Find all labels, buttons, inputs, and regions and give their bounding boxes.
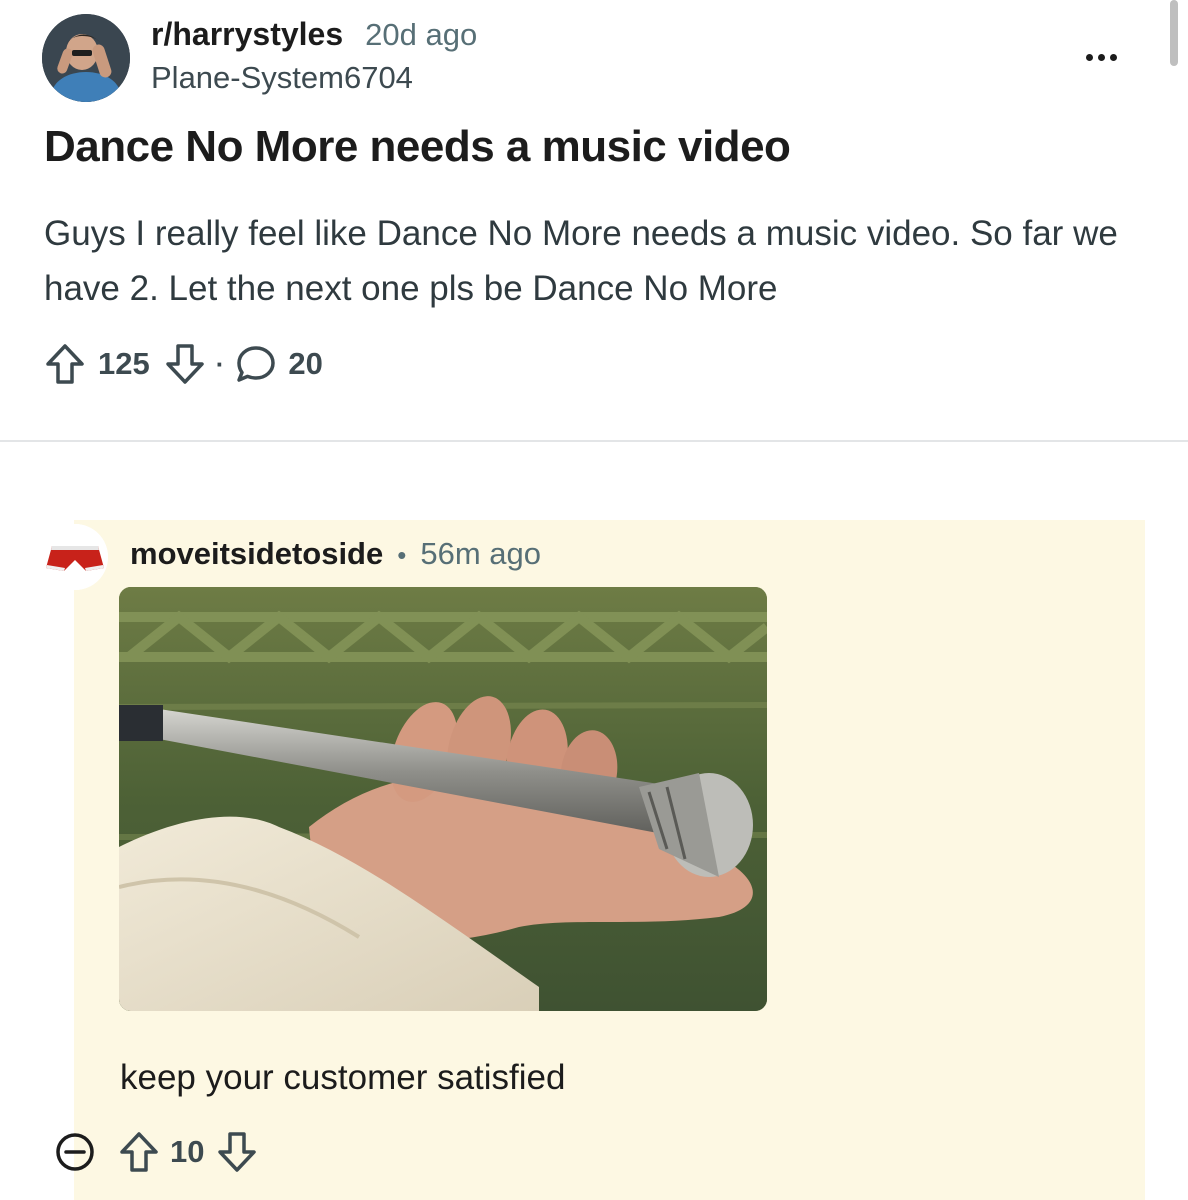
comment-actions-bar: 10 — [54, 1128, 258, 1176]
arrow-up-outline-icon — [120, 1132, 158, 1172]
comment-image-microphone-hand[interactable] — [119, 587, 767, 1011]
comment-upvote-button[interactable] — [118, 1130, 160, 1174]
comment-timestamp: 56m ago — [420, 536, 541, 571]
more-horizontal-icon — [1097, 53, 1105, 61]
section-divider — [0, 440, 1188, 442]
separator-dot: · — [215, 348, 225, 379]
arrow-down-outline-icon — [218, 1132, 257, 1172]
post-body: Guys I really feel like Dance No More ne… — [44, 214, 1118, 308]
more-horizontal-icon — [1085, 53, 1093, 61]
minus-circle-icon — [56, 1133, 94, 1171]
comment-count: 20 — [288, 346, 323, 381]
separator-dot: • — [397, 540, 407, 570]
subreddit-name[interactable]: r/harrystyles — [151, 16, 343, 53]
post-title: Dance No More needs a music video — [44, 122, 791, 171]
comment-vote-count: 10 — [170, 1134, 205, 1169]
scrollbar[interactable] — [1170, 0, 1178, 66]
comment-text: keep your customer satisfied — [120, 1058, 566, 1097]
arrow-up-outline-icon — [46, 344, 84, 384]
downvote-button[interactable] — [164, 342, 206, 386]
arrow-down-outline-icon — [165, 344, 204, 384]
comment-downvote-button[interactable] — [216, 1130, 258, 1174]
post-author[interactable]: Plane-System6704 — [151, 60, 413, 96]
post-vote-count: 125 — [98, 346, 150, 381]
speech-bubble-icon — [237, 346, 276, 382]
commenter-avatar[interactable] — [42, 524, 108, 590]
upvote-button[interactable] — [44, 342, 86, 386]
reddit-post-page: r/harrystyles 20d ago Plane-System6704 D… — [0, 0, 1188, 1200]
more-options-button[interactable] — [1076, 44, 1126, 70]
post-actions-bar: 125 · 20 — [44, 340, 323, 388]
collapse-thread-button[interactable] — [54, 1131, 96, 1173]
post-timestamp: 20d ago — [365, 17, 478, 52]
subreddit-avatar[interactable] — [42, 14, 130, 102]
comments-button[interactable]: 20 — [234, 343, 323, 385]
more-horizontal-icon — [1109, 53, 1117, 61]
comment-author[interactable]: moveitsidetoside — [130, 536, 383, 572]
comment-meta: moveitsidetoside • 56m ago — [130, 536, 541, 576]
post-meta: r/harrystyles 20d ago — [151, 16, 477, 56]
